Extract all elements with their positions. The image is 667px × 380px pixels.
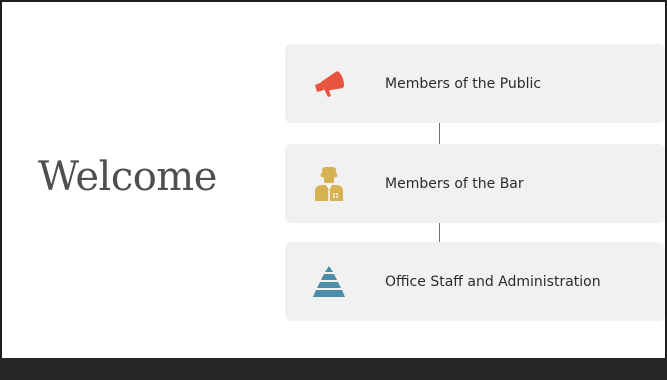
slide: Welcome Members of the Public Members of… [0, 0, 667, 380]
lawyer-icon [315, 166, 343, 201]
slide-title: Welcome [38, 154, 217, 200]
pyramid-icon [313, 265, 345, 297]
card-label: Members of the Bar [385, 175, 524, 192]
members-of-public-button[interactable]: Members of the Public [285, 44, 665, 123]
card-label: Members of the Public [385, 75, 542, 92]
megaphone-icon [315, 70, 345, 97]
footer-bar [0, 358, 667, 380]
members-of-bar-button[interactable]: Members of the Bar [285, 144, 665, 223]
connector-line [439, 223, 440, 242]
connector-line [439, 123, 440, 144]
card-label: Office Staff and Administration [385, 273, 601, 290]
office-staff-button[interactable]: Office Staff and Administration [285, 242, 665, 321]
